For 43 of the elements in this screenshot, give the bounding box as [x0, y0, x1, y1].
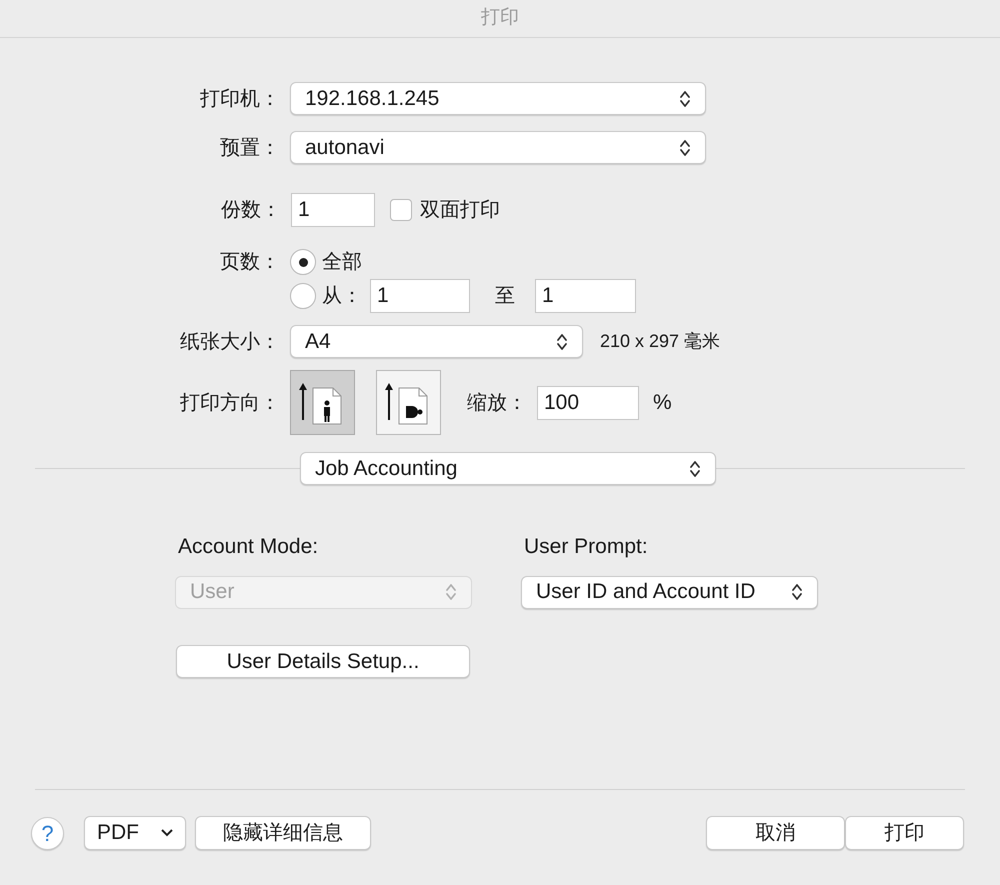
orientation-button[interactable]: [376, 370, 441, 435]
checkbox-label: 双面打印: [420, 198, 500, 223]
chevron-icon: [791, 582, 803, 602]
chevron-icon: [445, 582, 457, 602]
input-field[interactable]: 1: [291, 193, 375, 227]
popup-button[interactable]: Job Accounting: [300, 452, 716, 485]
help-button[interactable]: ?: [31, 816, 64, 850]
caret-icon: [161, 829, 173, 837]
radio-button[interactable]: [290, 249, 316, 275]
popup-button[interactable]: A4: [290, 325, 583, 358]
chevron-icon: [679, 88, 691, 108]
chevron-icon: [556, 332, 568, 352]
section-label: Account Mode:: [177, 534, 320, 560]
popup-button[interactable]: 192.168.1.245: [290, 82, 706, 115]
radio-label: 全部: [322, 250, 362, 275]
input-field[interactable]: 1: [370, 279, 470, 313]
paper-dimensions: 210 x 297 毫米: [600, 330, 720, 353]
input-field[interactable]: 100: [537, 386, 639, 420]
field-label: 页数：: [220, 251, 280, 273]
setup-button[interactable]: User Details Setup...: [176, 644, 470, 678]
field-label: 纸张大小：: [180, 330, 280, 352]
radio-label: 从：: [322, 284, 362, 309]
popup-button[interactable]: User ID and Account ID: [521, 576, 818, 608]
cancel-button[interactable]: 取消: [706, 816, 845, 850]
chevron-icon: [679, 138, 691, 158]
chevron-icon: [689, 458, 701, 478]
input-field[interactable]: 1: [535, 279, 636, 313]
unit-label: %: [653, 390, 672, 416]
range-label: 至: [495, 284, 515, 309]
field-label: 打印方向：: [180, 392, 280, 414]
field-label: 缩放：: [467, 390, 527, 416]
section-label: User Prompt:: [523, 534, 649, 560]
radio-button[interactable]: [290, 283, 316, 309]
window-title: 打印: [481, 6, 519, 30]
popup-button[interactable]: autonavi: [290, 131, 706, 164]
print-button[interactable]: 打印: [845, 816, 964, 850]
field-label: 预置：: [220, 136, 280, 158]
hide-details-button[interactable]: 隐藏详细信息: [195, 816, 371, 850]
orientation-button[interactable]: [290, 370, 355, 435]
field-label: 打印机：: [200, 88, 280, 110]
field-label: 份数：: [221, 199, 281, 221]
pdf-menu-button[interactable]: PDF: [84, 816, 186, 850]
checkbox[interactable]: [390, 199, 412, 221]
